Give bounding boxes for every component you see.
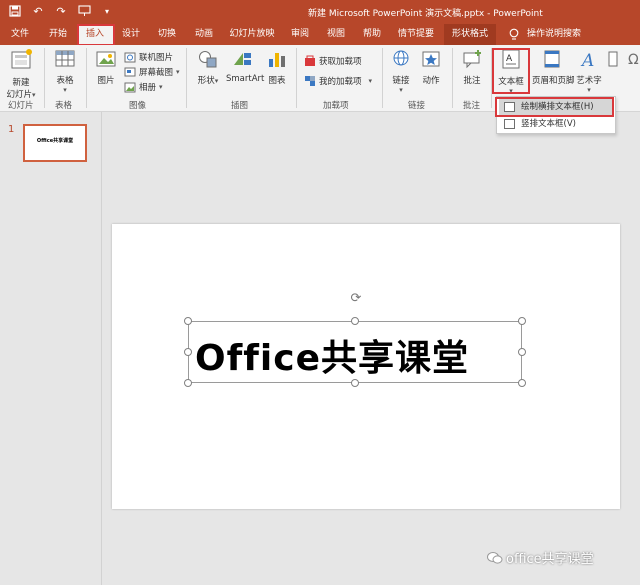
slide-thumbnail-pane: 1 Office共享课堂 xyxy=(0,112,102,585)
resize-handle[interactable] xyxy=(351,379,359,387)
svg-text:Ω: Ω xyxy=(628,52,639,68)
textbox-button[interactable]: A 文本框 ▾ xyxy=(494,48,528,96)
screenshot-icon xyxy=(124,67,136,76)
document-title: 新建 Microsoft PowerPoint 演示文稿.pptx - Powe… xyxy=(308,9,543,19)
group-label-links: 链接 xyxy=(408,101,426,111)
shapes-icon xyxy=(199,51,217,68)
comment-icon xyxy=(463,50,481,69)
tab-animations[interactable]: 动画 xyxy=(188,24,220,45)
rotate-handle-icon[interactable]: ⟳ xyxy=(349,292,363,306)
draw-horizontal-textbox-item[interactable]: 绘制横排文本框(H) xyxy=(499,99,614,115)
action-star-icon xyxy=(422,51,440,67)
my-addins-icon xyxy=(305,76,315,86)
vertical-textbox-item[interactable]: 竖排文本框(V) xyxy=(499,116,614,132)
resize-handle[interactable] xyxy=(351,317,359,325)
horizontal-textbox-icon xyxy=(504,102,515,112)
undo-icon[interactable]: ↶ xyxy=(31,4,45,18)
resize-handle[interactable] xyxy=(518,379,526,387)
more-text-button[interactable] xyxy=(606,49,620,74)
tab-transitions[interactable]: 切换 xyxy=(150,24,184,45)
action-button[interactable]: 动作 xyxy=(418,49,444,86)
screenshot-button[interactable]: 屏幕截图 ▾ xyxy=(124,66,180,78)
store-icon xyxy=(305,55,315,66)
resize-handle[interactable] xyxy=(184,317,192,325)
resize-handle[interactable] xyxy=(184,379,192,387)
slide-number: 1 xyxy=(8,124,15,135)
tab-review[interactable]: 审阅 xyxy=(284,24,316,45)
group-label-comments: 批注 xyxy=(463,101,481,111)
textbox-dropdown-menu: 绘制横排文本框(H) 竖排文本框(V) xyxy=(496,96,616,134)
new-slide-button[interactable]: 新建 幻灯片▾ xyxy=(6,49,36,100)
wordart-textbox[interactable]: Office共享课堂 xyxy=(188,321,522,383)
watermark: office共享课堂 xyxy=(487,548,594,567)
textbox-icon: A xyxy=(502,49,520,69)
header-footer-icon xyxy=(544,50,560,68)
smartart-icon xyxy=(234,53,251,65)
resize-handle[interactable] xyxy=(184,348,192,356)
smartart-button[interactable]: SmartArt xyxy=(226,49,264,84)
globe-link-icon xyxy=(393,50,409,66)
wordart-text[interactable]: Office共享课堂 xyxy=(195,329,469,381)
tab-shape-format[interactable]: 形状格式 xyxy=(444,24,496,45)
online-picture-icon xyxy=(124,52,136,62)
tab-help[interactable]: 帮助 xyxy=(356,24,388,45)
photo-album-button[interactable]: 相册 ▾ xyxy=(124,81,163,93)
table-button[interactable]: 表格 ▾ xyxy=(52,49,78,94)
group-label-addins: 加载项 xyxy=(323,101,349,111)
online-picture-button[interactable]: 联机图片 xyxy=(124,51,173,63)
tab-storyboard[interactable]: 情节提要 xyxy=(392,24,440,45)
picture-icon xyxy=(96,51,116,67)
svg-text:A: A xyxy=(580,51,594,69)
table-icon xyxy=(55,50,75,67)
my-addins-button[interactable]: 我的加载项 ▾ xyxy=(304,75,372,87)
tab-slideshow[interactable]: 幻灯片放映 xyxy=(224,24,280,45)
tab-view[interactable]: 视图 xyxy=(320,24,352,45)
vertical-textbox-icon xyxy=(504,119,515,129)
svg-text:A: A xyxy=(506,54,513,64)
photo-album-icon xyxy=(124,82,136,92)
tell-me-search[interactable]: 操作说明搜索 xyxy=(524,24,584,45)
group-label-images: 图像 xyxy=(129,101,147,111)
tab-insert[interactable]: 插入 xyxy=(77,24,113,45)
resize-handle[interactable] xyxy=(518,317,526,325)
header-footer-button[interactable]: 页眉和页脚 xyxy=(532,49,575,86)
group-label-tables: 表格 xyxy=(55,101,73,111)
group-label-slides: 幻灯片 xyxy=(8,101,34,111)
thumbnail-text: Office共享课堂 xyxy=(36,138,74,144)
ribbon-tab-bar: 文件 开始 插入 设计 切换 动画 幻灯片放映 审阅 视图 帮助 情节提要 形状… xyxy=(0,24,640,45)
wordart-icon: A xyxy=(580,51,594,71)
save-icon[interactable] xyxy=(8,4,22,18)
tab-file[interactable]: 文件 xyxy=(4,24,36,45)
link-button[interactable]: 链接 ▾ xyxy=(388,49,414,94)
symbol-button[interactable]: Ω xyxy=(626,49,640,74)
chart-button[interactable]: 图表 xyxy=(266,49,288,86)
more-text-icon xyxy=(608,51,618,67)
wechat-icon xyxy=(487,551,503,564)
group-label-illustrations: 插图 xyxy=(231,101,249,111)
customize-icon[interactable]: ▾ xyxy=(100,4,114,18)
comment-button[interactable]: 批注 xyxy=(458,49,486,86)
picture-button[interactable]: 图片 xyxy=(94,49,118,86)
wordart-button[interactable]: A 艺术字 ▾ xyxy=(574,49,604,94)
redo-icon[interactable]: ↷ xyxy=(54,4,68,18)
symbol-icon: Ω xyxy=(628,52,639,68)
title-bar: ↶ ↷ ▾ 新建 Microsoft PowerPoint 演示文稿.pptx … xyxy=(0,0,640,24)
slide-thumbnail[interactable]: Office共享课堂 xyxy=(23,124,87,162)
tab-design[interactable]: 设计 xyxy=(116,24,146,45)
presenter-icon[interactable] xyxy=(77,4,91,18)
get-addins-button[interactable]: 获取加载项 xyxy=(304,55,362,67)
resize-handle[interactable] xyxy=(518,348,526,356)
new-slide-icon xyxy=(11,49,32,69)
chart-icon xyxy=(269,53,285,67)
quick-access-toolbar: ↶ ↷ ▾ xyxy=(8,4,114,18)
tab-home[interactable]: 开始 xyxy=(40,24,76,45)
shapes-button[interactable]: 形状▾ xyxy=(194,49,222,86)
lightbulb-icon xyxy=(506,24,522,45)
